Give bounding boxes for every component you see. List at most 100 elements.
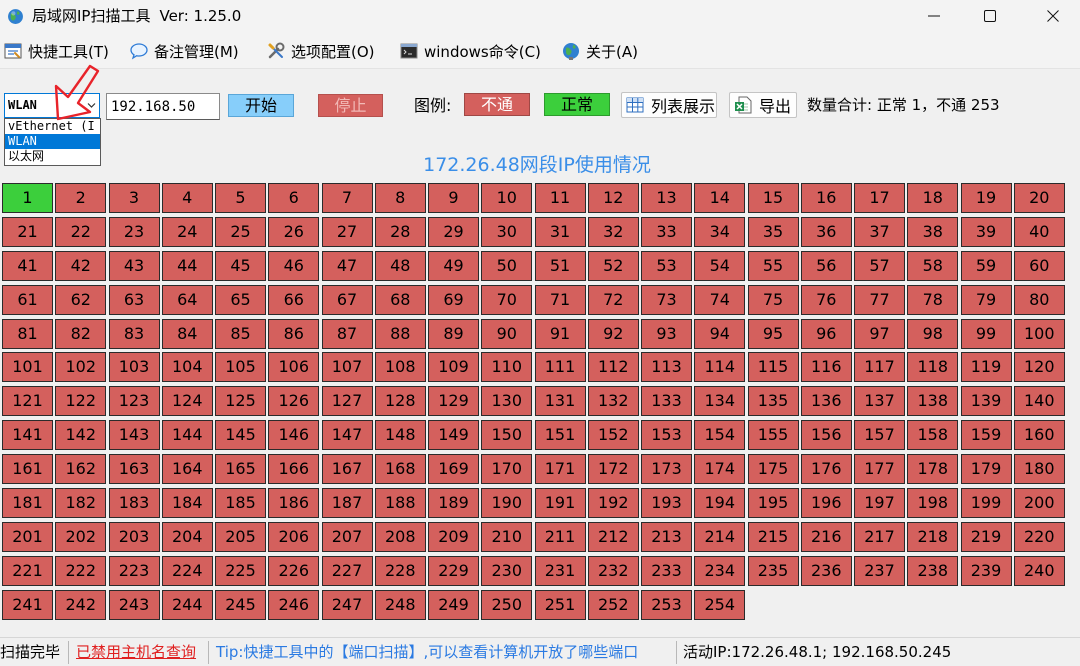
ip-cell[interactable]: 142 [55, 420, 107, 451]
ip-cell[interactable]: 192 [587, 488, 639, 519]
ip-cell[interactable]: 197 [854, 488, 905, 519]
ip-cell[interactable]: 63 [108, 284, 160, 315]
ip-cell[interactable]: 117 [854, 352, 905, 383]
ip-cell[interactable]: 128 [374, 386, 426, 417]
ip-cell[interactable]: 210 [481, 521, 533, 552]
ip-cell[interactable]: 23 [108, 216, 160, 247]
ip-cell[interactable]: 204 [161, 521, 213, 552]
menu-windows-commands[interactable]: windows命令(C) [399, 40, 541, 62]
ip-cell[interactable]: 21 [2, 216, 53, 247]
ip-cell[interactable]: 244 [161, 589, 213, 620]
ip-cell[interactable]: 105 [215, 352, 266, 383]
ip-cell[interactable]: 111 [534, 352, 586, 383]
ip-cell[interactable]: 35 [747, 216, 799, 247]
ip-cell[interactable]: 214 [694, 521, 746, 552]
ip-cell[interactable]: 203 [108, 521, 160, 552]
ip-cell[interactable]: 25 [215, 216, 266, 247]
ip-cell[interactable]: 124 [161, 386, 213, 417]
ip-cell[interactable]: 148 [374, 420, 426, 451]
ip-cell[interactable]: 163 [108, 454, 160, 485]
ip-cell[interactable]: 4 [161, 183, 213, 213]
ip-cell[interactable]: 122 [55, 386, 107, 417]
ip-cell[interactable]: 20 [1013, 183, 1065, 213]
ip-cell[interactable]: 68 [374, 284, 426, 315]
ip-cell[interactable]: 220 [1013, 521, 1065, 552]
ip-cell[interactable]: 249 [428, 589, 479, 620]
maximize-button[interactable] [966, 0, 1014, 32]
ip-cell[interactable]: 103 [108, 352, 160, 383]
ip-cell[interactable]: 46 [268, 250, 320, 281]
ip-cell[interactable]: 45 [215, 250, 266, 281]
ip-cell[interactable]: 30 [481, 216, 533, 247]
ip-cell[interactable]: 206 [268, 521, 320, 552]
ip-cell[interactable]: 85 [215, 318, 266, 349]
ip-cell[interactable]: 121 [2, 386, 53, 417]
ip-cell[interactable]: 14 [694, 183, 746, 213]
ip-cell[interactable]: 172 [587, 454, 639, 485]
ip-cell[interactable]: 125 [215, 386, 266, 417]
ip-cell[interactable]: 10 [481, 183, 533, 213]
ip-cell[interactable]: 108 [374, 352, 426, 383]
ip-cell[interactable]: 219 [960, 521, 1012, 552]
ip-cell[interactable]: 76 [800, 284, 852, 315]
ip-cell[interactable]: 165 [215, 454, 266, 485]
ip-cell[interactable]: 152 [587, 420, 639, 451]
ip-cell[interactable]: 118 [907, 352, 959, 383]
ip-cell[interactable]: 99 [960, 318, 1012, 349]
ip-cell[interactable]: 209 [428, 521, 479, 552]
ip-cell[interactable]: 218 [907, 521, 959, 552]
ip-cell[interactable]: 75 [747, 284, 799, 315]
ip-cell[interactable]: 158 [907, 420, 959, 451]
ip-cell[interactable]: 145 [215, 420, 266, 451]
ip-cell[interactable]: 94 [694, 318, 746, 349]
ip-cell[interactable]: 115 [747, 352, 799, 383]
menu-options[interactable]: 选项配置(O) [266, 40, 375, 62]
ip-cell[interactable]: 31 [534, 216, 586, 247]
export-button[interactable]: 导出 [729, 92, 797, 118]
ip-cell[interactable]: 129 [428, 386, 479, 417]
ip-cell[interactable]: 101 [2, 352, 53, 383]
ip-cell[interactable]: 154 [694, 420, 746, 451]
ip-cell[interactable]: 236 [800, 555, 852, 586]
ip-cell[interactable]: 104 [161, 352, 213, 383]
ip-cell[interactable]: 34 [694, 216, 746, 247]
ip-cell[interactable]: 12 [587, 183, 639, 213]
ip-cell[interactable]: 155 [747, 420, 799, 451]
ip-cell[interactable]: 88 [374, 318, 426, 349]
ip-cell[interactable]: 112 [587, 352, 639, 383]
ip-cell[interactable]: 235 [747, 555, 799, 586]
ip-cell[interactable]: 229 [428, 555, 479, 586]
ip-cell[interactable]: 178 [907, 454, 959, 485]
ip-cell[interactable]: 175 [747, 454, 799, 485]
ip-cell[interactable]: 174 [694, 454, 746, 485]
ip-cell[interactable]: 36 [800, 216, 852, 247]
ip-cell[interactable]: 83 [108, 318, 160, 349]
ip-cell[interactable]: 223 [108, 555, 160, 586]
ip-cell[interactable]: 247 [321, 589, 373, 620]
ip-cell[interactable]: 141 [2, 420, 53, 451]
ip-cell[interactable]: 139 [960, 386, 1012, 417]
ip-cell[interactable]: 58 [907, 250, 959, 281]
ip-cell[interactable]: 33 [641, 216, 692, 247]
ip-cell[interactable]: 57 [854, 250, 905, 281]
ip-cell[interactable]: 70 [481, 284, 533, 315]
ip-cell[interactable]: 238 [907, 555, 959, 586]
ip-cell[interactable]: 225 [215, 555, 266, 586]
ip-cell[interactable]: 119 [960, 352, 1012, 383]
ip-cell[interactable]: 86 [268, 318, 320, 349]
ip-cell[interactable]: 253 [641, 589, 692, 620]
ip-cell[interactable]: 248 [374, 589, 426, 620]
ip-cell[interactable]: 62 [55, 284, 107, 315]
ip-cell[interactable]: 131 [534, 386, 586, 417]
ip-cell[interactable]: 13 [641, 183, 692, 213]
close-button[interactable] [1026, 0, 1080, 32]
ip-cell[interactable]: 222 [55, 555, 107, 586]
ip-cell[interactable]: 227 [321, 555, 373, 586]
ip-cell[interactable]: 93 [641, 318, 692, 349]
ip-cell[interactable]: 251 [534, 589, 586, 620]
ip-cell[interactable]: 224 [161, 555, 213, 586]
list-view-button[interactable]: 列表展示 [621, 92, 717, 118]
ip-cell[interactable]: 89 [428, 318, 479, 349]
ip-cell[interactable]: 156 [800, 420, 852, 451]
ip-cell[interactable]: 100 [1013, 318, 1065, 349]
